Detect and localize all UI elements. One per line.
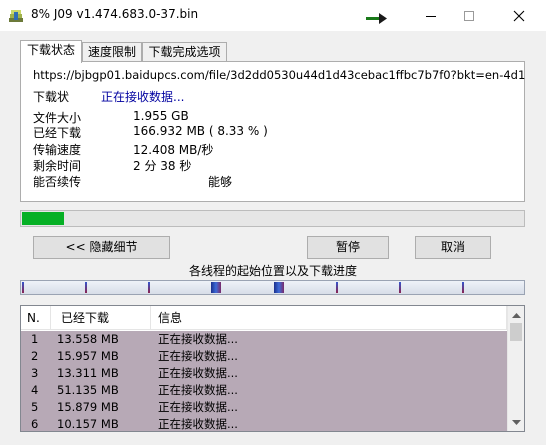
maximize-icon — [464, 10, 474, 21]
scroll-down-arrow-icon[interactable] — [508, 414, 524, 431]
column-header-info[interactable]: 信息 — [151, 306, 507, 330]
row-downloaded: 13.558 MB — [57, 332, 119, 346]
resume-value: 能够 — [208, 175, 233, 189]
table-row[interactable]: 4 51.135 MB 正在接收数据... — [21, 382, 507, 399]
thread-marker — [273, 282, 284, 293]
file-size-value: 1.955 GB — [133, 109, 189, 123]
speed-value: 12.408 MB/秒 — [133, 143, 214, 157]
hide-details-button[interactable]: << 隐藏细节 — [33, 236, 170, 259]
row-number: 5 — [31, 400, 39, 414]
close-icon — [513, 10, 525, 21]
thread-marker — [84, 282, 87, 293]
pause-button[interactable]: 暂停 — [307, 236, 389, 259]
thread-list[interactable]: N. 已经下载 信息 1 13.558 MB 正在接收数据... 2 15.957 MB… — [20, 305, 525, 432]
remaining-time-label: 剩余时间 — [33, 159, 82, 173]
row-info: 正在接收数据... — [158, 400, 238, 414]
remaining-time-value: 2 分 38 秒 — [133, 159, 192, 173]
maximize-button[interactable] — [446, 0, 492, 31]
downloaded-value: 166.932 MB ( 8.33 % ) — [133, 124, 268, 138]
thread-marker — [399, 282, 402, 293]
threads-progress-bar — [20, 280, 525, 295]
download-progress-bar — [20, 210, 525, 227]
row-number: 2 — [31, 349, 39, 363]
transfer-arrow-icon — [366, 12, 388, 24]
download-status-panel: https://bjbgp01.baidupcs.com/file/3d2dd0… — [20, 61, 525, 202]
cancel-button[interactable]: 取消 — [415, 236, 491, 259]
row-downloaded: 15.957 MB — [57, 349, 119, 363]
row-downloaded: 51.135 MB — [57, 383, 119, 397]
row-info: 正在接收数据... — [158, 366, 238, 380]
progress-fill — [22, 212, 64, 225]
window-title: 8% J09 v1.474.683.0-37.bin — [31, 7, 199, 21]
table-row[interactable]: 6 10.157 MB 正在接收数据... — [21, 416, 507, 431]
row-info: 正在接收数据... — [158, 332, 238, 346]
row-number: 4 — [31, 383, 39, 397]
row-info: 正在接收数据... — [158, 417, 238, 431]
status-label: 下载状 — [33, 90, 70, 104]
row-info: 正在接收数据... — [158, 349, 238, 363]
downloaded-label: 已经下载 — [33, 126, 82, 140]
list-header: N. 已经下载 信息 — [21, 306, 507, 330]
column-header-n[interactable]: N. — [21, 306, 51, 330]
row-downloaded: 15.879 MB — [57, 400, 119, 414]
title-bar: 8% J09 v1.474.683.0-37.bin — [0, 0, 546, 31]
minimize-icon — [426, 15, 436, 17]
thread-marker — [210, 282, 221, 293]
table-row[interactable]: 1 13.558 MB 正在接收数据... — [21, 331, 507, 348]
thread-marker — [336, 282, 339, 293]
threads-progress-label: 各线程的起始位置以及下载进度 — [188, 264, 357, 278]
speed-label: 传输速度 — [33, 143, 82, 157]
row-number: 6 — [31, 417, 39, 431]
close-button[interactable] — [496, 0, 542, 31]
status-value: 正在接收数据... — [101, 90, 185, 104]
download-url: https://bjbgp01.baidupcs.com/file/3d2dd0… — [33, 68, 526, 82]
scrollbar-thumb[interactable] — [510, 323, 522, 341]
thread-marker — [22, 282, 24, 293]
row-downloaded: 13.311 MB — [57, 366, 119, 380]
tab-speed-limit[interactable]: 速度限制 — [82, 42, 142, 62]
table-row[interactable]: 3 13.311 MB 正在接收数据... — [21, 365, 507, 382]
row-downloaded: 10.157 MB — [57, 417, 119, 431]
table-row[interactable]: 2 15.957 MB 正在接收数据... — [21, 348, 507, 365]
app-icon — [8, 8, 24, 24]
column-header-downloaded[interactable]: 已经下载 — [51, 306, 151, 330]
tab-completion-options[interactable]: 下载完成选项 — [142, 42, 227, 62]
row-number: 1 — [31, 332, 39, 346]
tab-download-status[interactable]: 下载状态 — [20, 40, 82, 63]
list-body: 1 13.558 MB 正在接收数据... 2 15.957 MB 正在接收数据... 3 1… — [21, 331, 507, 431]
resume-label: 能否续传 — [33, 175, 82, 189]
vertical-scrollbar[interactable] — [507, 306, 524, 431]
row-number: 3 — [31, 366, 39, 380]
thread-marker — [462, 282, 465, 293]
scroll-up-arrow-icon[interactable] — [508, 306, 524, 323]
table-row[interactable]: 5 15.879 MB 正在接收数据... — [21, 399, 507, 416]
row-info: 正在接收数据... — [158, 383, 238, 397]
thread-marker — [147, 282, 150, 293]
